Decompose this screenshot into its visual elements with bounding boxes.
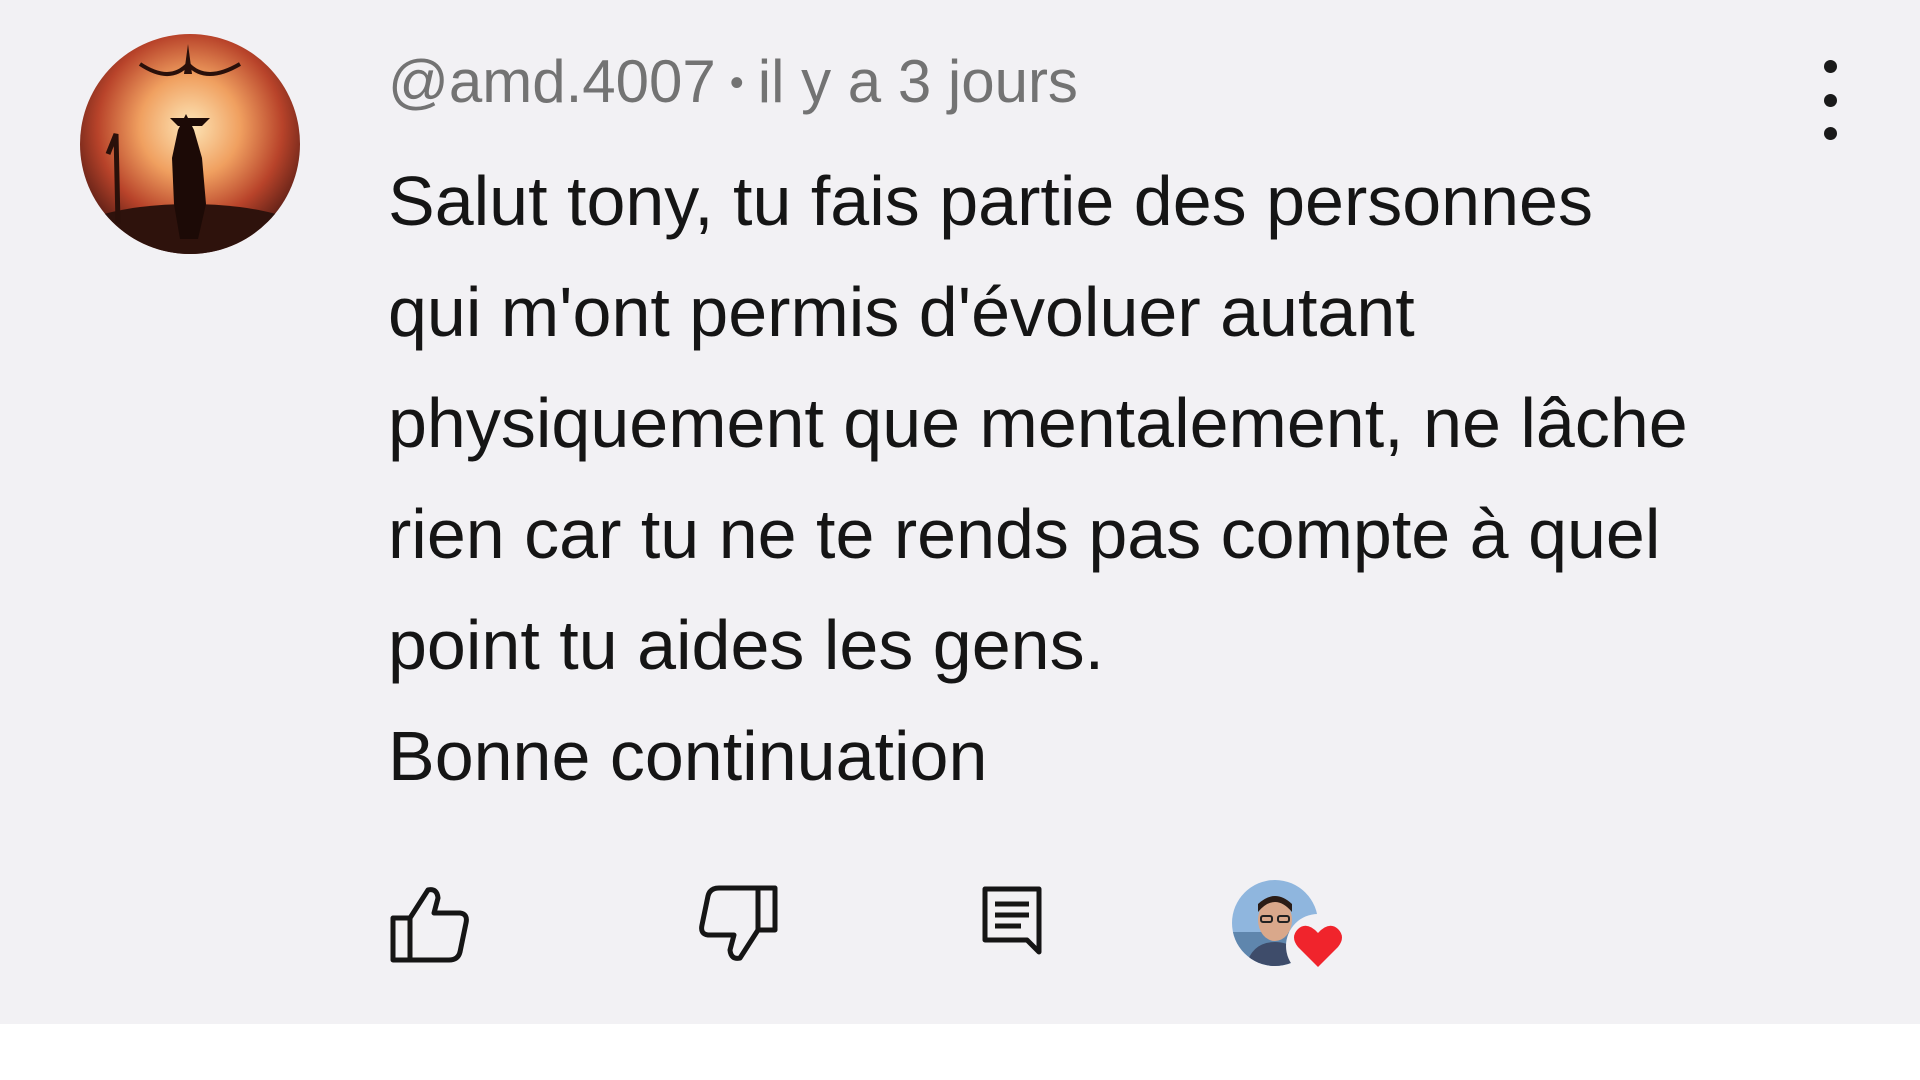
comment-line: qui m'ont permis d'évoluer autant [388, 273, 1415, 351]
comment-line: physiquement que mentalement, ne lâche [388, 384, 1688, 462]
author-avatar[interactable] [80, 34, 300, 254]
comment-line: point tu aides les gens. [388, 606, 1105, 684]
thumbs-down-icon [699, 885, 778, 961]
comment-line: rien car tu ne te rends pas compte à que… [388, 495, 1661, 573]
more-vertical-icon-dot [1823, 127, 1837, 140]
comment-line: Salut tony, tu fais partie des personnes [388, 162, 1593, 240]
reply-button[interactable] [980, 884, 1044, 958]
comment-meta: @amd.4007 • il y a 3 jours [388, 44, 1078, 121]
comment-line: Bonne continuation [388, 717, 988, 795]
more-vertical-icon [1823, 60, 1837, 73]
more-options-button[interactable] [1808, 60, 1852, 140]
meta-separator: • [729, 61, 744, 105]
reply-comment-icon [982, 886, 1042, 955]
comment-card: @amd.4007 • il y a 3 jours Salut tony, tu … [0, 0, 1920, 1024]
author-handle[interactable]: @amd.4007 [388, 48, 716, 115]
bottom-strip [0, 1024, 1920, 1080]
dislike-button[interactable] [696, 882, 780, 966]
comment-timestamp: il y a 3 jours [757, 48, 1078, 115]
heart-badge-ring [1286, 914, 1350, 978]
thumbs-up-icon [390, 887, 469, 963]
comment-text: Salut tony, tu fais partie des personnes… [388, 146, 1808, 812]
creator-heart-badge [1228, 876, 1350, 978]
author-avatar-image [80, 34, 300, 254]
heart-icon [1294, 925, 1342, 967]
more-vertical-icon-dot [1823, 93, 1837, 107]
like-button[interactable] [388, 882, 472, 966]
